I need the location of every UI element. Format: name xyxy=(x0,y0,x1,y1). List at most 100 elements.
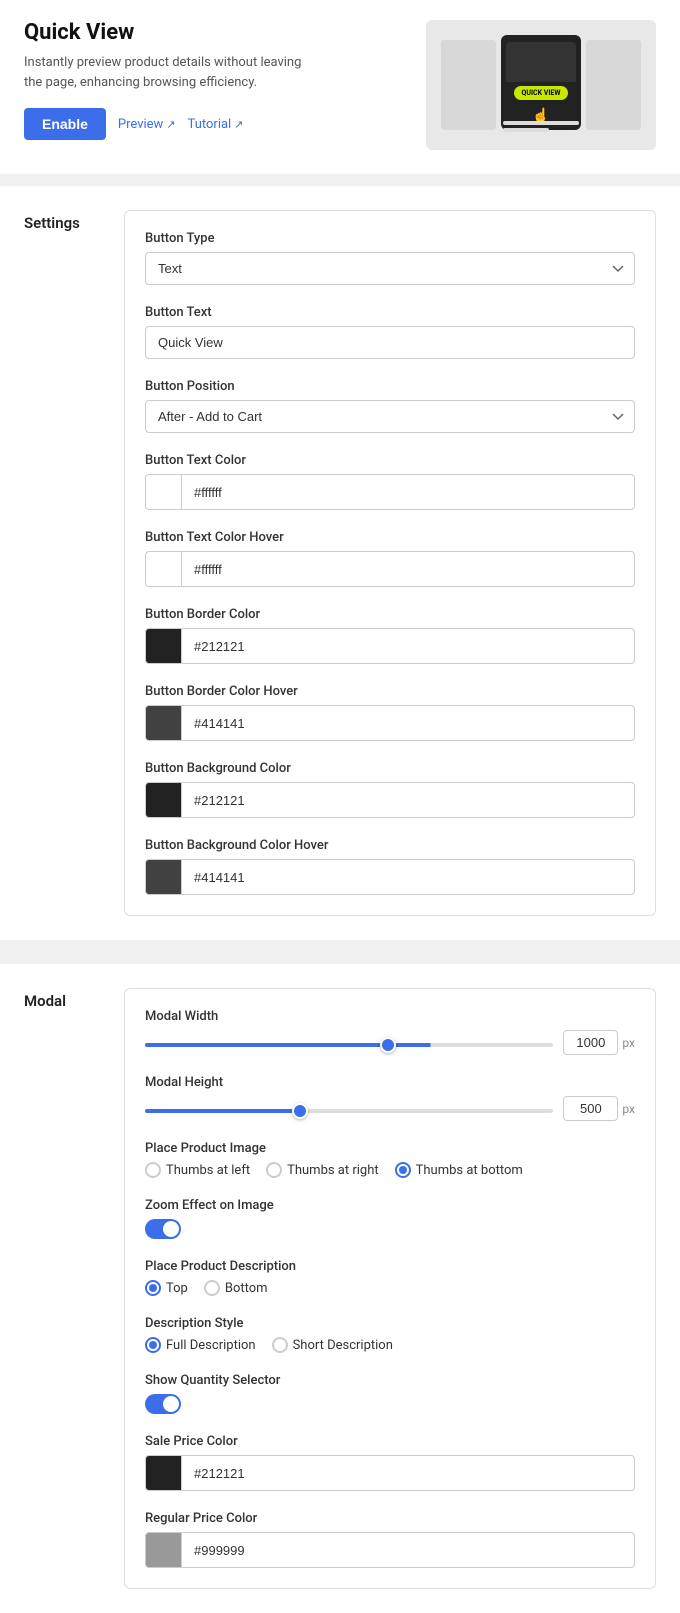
place-product-desc-label: Place Product Description xyxy=(145,1259,635,1274)
modal-width-slider[interactable] xyxy=(145,1043,553,1047)
zoom-effect-field: Zoom Effect on Image xyxy=(145,1198,635,1239)
header-description: Instantly preview product details withou… xyxy=(24,53,304,92)
thumbs-bottom-option[interactable]: Thumbs at bottom xyxy=(395,1162,523,1178)
place-product-image-field: Place Product Image Thumbs at left Thumb… xyxy=(145,1141,635,1178)
modal-section: Modal Modal Width px Modal Height xyxy=(0,964,680,1613)
short-desc-option[interactable]: Short Description xyxy=(272,1337,393,1353)
quick-view-badge: QUICK VIEW xyxy=(514,86,569,100)
divider-2 xyxy=(0,940,680,952)
page-wrapper: Quick View Instantly preview product det… xyxy=(0,0,680,1613)
header-left: Quick View Instantly preview product det… xyxy=(24,20,406,140)
modal-width-field: Modal Width px xyxy=(145,1009,635,1055)
external-link-icon-2: ↗ xyxy=(234,118,243,131)
thumbs-right-option[interactable]: Thumbs at right xyxy=(266,1162,379,1178)
description-style-field: Description Style Full Description Short… xyxy=(145,1316,635,1353)
sale-price-color-field: Sale Price Color xyxy=(145,1434,635,1491)
thumbs-bottom-radio[interactable] xyxy=(395,1162,411,1178)
thumbs-right-radio[interactable] xyxy=(266,1162,282,1178)
preview-link[interactable]: Preview ↗ xyxy=(118,117,176,132)
button-position-select[interactable]: After - Add to Cart Before - Add to Cart… xyxy=(145,400,635,433)
button-text-color-row xyxy=(145,474,635,510)
button-border-color-hover-field: Button Border Color Hover xyxy=(145,684,635,741)
button-text-color-hover-row xyxy=(145,551,635,587)
sale-price-color-input[interactable] xyxy=(181,1455,635,1491)
button-border-color-hover-swatch[interactable] xyxy=(145,705,181,741)
modal-width-unit: px xyxy=(622,1036,635,1050)
full-desc-option[interactable]: Full Description xyxy=(145,1337,256,1353)
desc-top-radio[interactable] xyxy=(145,1280,161,1296)
show-quantity-label: Show Quantity Selector xyxy=(145,1373,635,1388)
button-border-color-hover-label: Button Border Color Hover xyxy=(145,684,635,699)
divider-1 xyxy=(0,174,680,186)
button-position-field: Button Position After - Add to Cart Befo… xyxy=(145,379,635,433)
button-bg-color-hover-input[interactable] xyxy=(181,859,635,895)
button-text-color-hover-label: Button Text Color Hover xyxy=(145,530,635,545)
button-border-color-input[interactable] xyxy=(181,628,635,664)
button-text-color-swatch[interactable] xyxy=(145,474,181,510)
button-bg-color-row xyxy=(145,782,635,818)
place-product-desc-field: Place Product Description Top Bottom xyxy=(145,1259,635,1296)
button-text-color-field: Button Text Color xyxy=(145,453,635,510)
modal-width-slider-container xyxy=(145,1035,553,1051)
modal-label: Modal xyxy=(24,988,104,1589)
button-bg-color-label: Button Background Color xyxy=(145,761,635,776)
settings-section: Settings Button Type Text Icon Icon + Te… xyxy=(0,186,680,940)
modal-height-unit: px xyxy=(622,1102,635,1116)
header-actions: Enable Preview ↗ Tutorial ↗ xyxy=(24,108,406,140)
regular-price-color-row xyxy=(145,1532,635,1568)
place-product-image-radio-group: Thumbs at left Thumbs at right Thumbs at… xyxy=(145,1162,635,1178)
regular-price-color-swatch[interactable] xyxy=(145,1532,181,1568)
button-text-field: Button Text xyxy=(145,305,635,359)
button-bg-color-hover-row xyxy=(145,859,635,895)
zoom-effect-toggle[interactable] xyxy=(145,1219,181,1239)
external-link-icon: ↗ xyxy=(166,118,175,131)
button-border-color-swatch[interactable] xyxy=(145,628,181,664)
modal-width-input[interactable] xyxy=(563,1030,618,1055)
button-text-color-label: Button Text Color xyxy=(145,453,635,468)
regular-price-color-input[interactable] xyxy=(181,1532,635,1568)
button-bg-color-hover-swatch[interactable] xyxy=(145,859,181,895)
button-text-input[interactable] xyxy=(145,326,635,359)
button-border-color-hover-input[interactable] xyxy=(181,705,635,741)
tutorial-link[interactable]: Tutorial ↗ xyxy=(188,117,244,132)
modal-width-slider-row: px xyxy=(145,1030,635,1055)
button-bg-color-field: Button Background Color xyxy=(145,761,635,818)
settings-label: Settings xyxy=(24,210,104,916)
modal-height-slider-container xyxy=(145,1101,553,1117)
button-bg-color-swatch[interactable] xyxy=(145,782,181,818)
thumbs-left-radio[interactable] xyxy=(145,1162,161,1178)
sale-price-color-row xyxy=(145,1455,635,1491)
sale-price-color-swatch[interactable] xyxy=(145,1455,181,1491)
thumbs-left-option[interactable]: Thumbs at left xyxy=(145,1162,250,1178)
button-bg-color-input[interactable] xyxy=(181,782,635,818)
sale-price-color-label: Sale Price Color xyxy=(145,1434,635,1449)
desc-bottom-radio[interactable] xyxy=(204,1280,220,1296)
page-title: Quick View xyxy=(24,20,406,45)
mockup-container: QUICK VIEW ☝ xyxy=(441,30,641,140)
button-text-color-input[interactable] xyxy=(181,474,635,510)
button-border-color-label: Button Border Color xyxy=(145,607,635,622)
enable-button[interactable]: Enable xyxy=(24,108,106,140)
button-text-color-hover-swatch[interactable] xyxy=(145,551,181,587)
button-bg-color-hover-field: Button Background Color Hover xyxy=(145,838,635,895)
phone-mockup: QUICK VIEW ☝ xyxy=(501,35,581,130)
show-quantity-toggle[interactable] xyxy=(145,1394,181,1414)
full-desc-radio[interactable] xyxy=(145,1337,161,1353)
desc-top-option[interactable]: Top xyxy=(145,1280,188,1296)
modal-height-field: Modal Height px xyxy=(145,1075,635,1121)
modal-height-slider[interactable] xyxy=(145,1109,553,1113)
button-type-select[interactable]: Text Icon Icon + Text xyxy=(145,252,635,285)
modal-panel: Modal Width px Modal Height xyxy=(124,988,656,1589)
preview-image: QUICK VIEW ☝ xyxy=(426,20,656,150)
button-text-color-hover-input[interactable] xyxy=(181,551,635,587)
button-text-label: Button Text xyxy=(145,305,635,320)
modal-height-slider-row: px xyxy=(145,1096,635,1121)
regular-price-color-label: Regular Price Color xyxy=(145,1511,635,1526)
description-style-label: Description Style xyxy=(145,1316,635,1331)
modal-width-value-box: px xyxy=(563,1030,635,1055)
desc-bottom-option[interactable]: Bottom xyxy=(204,1280,268,1296)
modal-height-input[interactable] xyxy=(563,1096,618,1121)
button-border-color-hover-row xyxy=(145,705,635,741)
button-position-label: Button Position xyxy=(145,379,635,394)
short-desc-radio[interactable] xyxy=(272,1337,288,1353)
